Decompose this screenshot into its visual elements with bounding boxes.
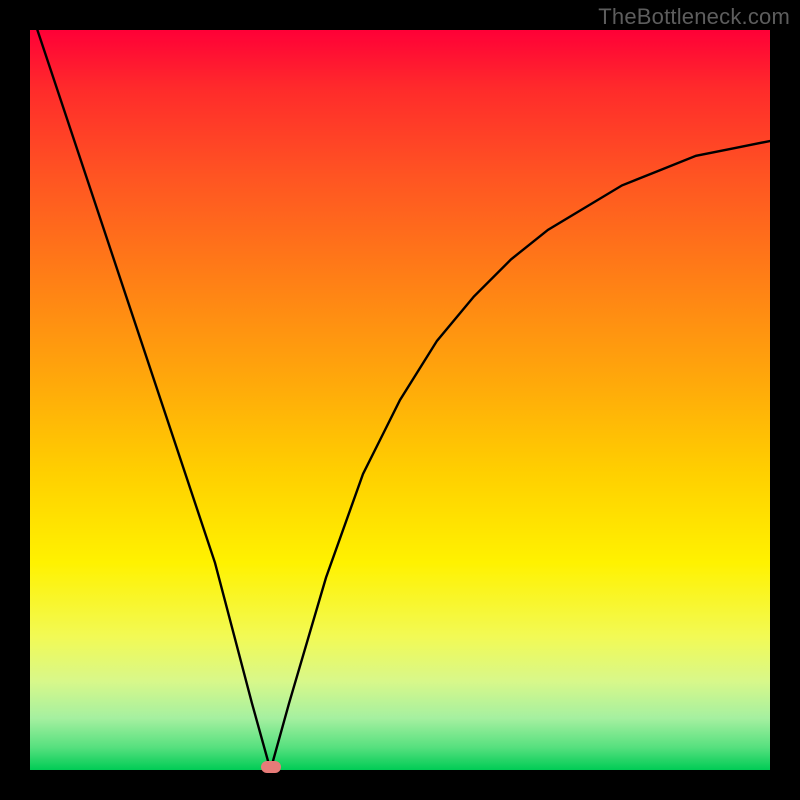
plot-area: [30, 30, 770, 770]
optimal-point-marker: [261, 761, 281, 773]
curve-svg: [30, 30, 770, 770]
watermark-text: TheBottleneck.com: [598, 4, 790, 30]
bottleneck-curve-path: [30, 30, 770, 770]
chart-container: TheBottleneck.com: [0, 0, 800, 800]
